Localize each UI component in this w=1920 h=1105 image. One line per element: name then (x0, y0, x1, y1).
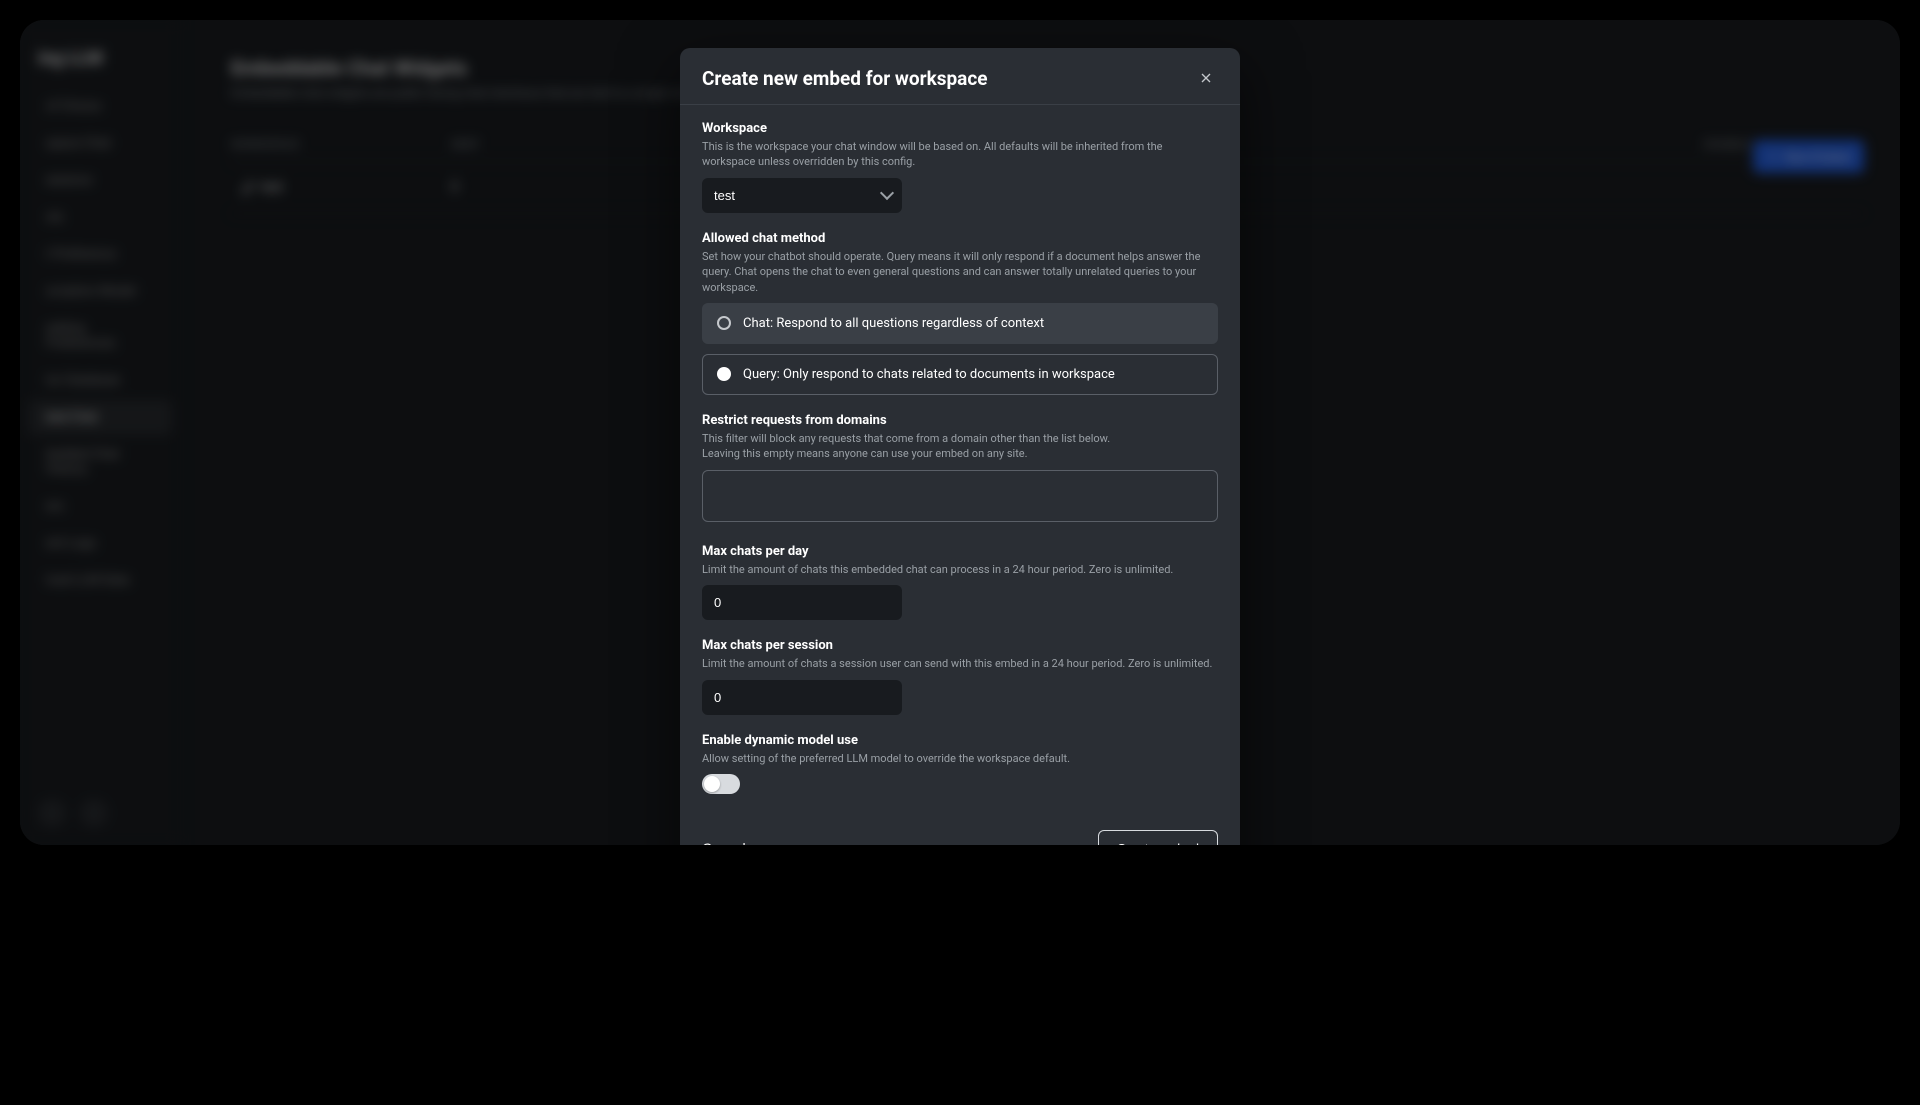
domains-input[interactable] (702, 470, 1218, 522)
max-day-input[interactable] (702, 585, 902, 620)
workspace-select[interactable]: test (702, 178, 902, 213)
create-embed-button[interactable]: Create embed (1098, 830, 1218, 845)
max-day-label: Max chats per day (702, 544, 1218, 559)
workspace-label: Workspace (702, 121, 1218, 136)
dynamic-model-desc: Allow setting of the preferred LLM model… (702, 751, 1218, 766)
dynamic-model-label: Enable dynamic model use (702, 733, 1218, 748)
radio-icon (717, 316, 731, 330)
cancel-button[interactable]: Cancel (702, 840, 746, 845)
dynamic-model-toggle[interactable] (702, 774, 740, 794)
chat-method-label: Allowed chat method (702, 231, 1218, 246)
radio-chat[interactable]: Chat: Respond to all questions regardles… (702, 303, 1218, 344)
radio-query[interactable]: Query: Only respond to chats related to … (702, 354, 1218, 395)
radio-icon (717, 367, 731, 381)
max-day-desc: Limit the amount of chats this embedded … (702, 562, 1218, 577)
radio-chat-label: Chat: Respond to all questions regardles… (743, 316, 1044, 331)
chat-method-group: Allowed chat method Set how your chatbot… (702, 231, 1218, 395)
workspace-desc: This is the workspace your chat window w… (702, 139, 1218, 170)
chat-method-desc: Set how your chatbot should operate. Que… (702, 249, 1218, 295)
max-session-input[interactable] (702, 680, 902, 715)
radio-query-label: Query: Only respond to chats related to … (743, 367, 1115, 382)
max-session-group: Max chats per session Limit the amount o… (702, 638, 1218, 714)
dynamic-model-group: Enable dynamic model use Allow setting o… (702, 733, 1218, 794)
max-day-group: Max chats per day Limit the amount of ch… (702, 544, 1218, 620)
domains-label: Restrict requests from domains (702, 413, 1218, 428)
max-session-label: Max chats per session (702, 638, 1218, 653)
max-session-desc: Limit the amount of chats a session user… (702, 656, 1218, 671)
modal-title: Create new embed for workspace (702, 67, 988, 90)
close-icon (1198, 70, 1214, 86)
create-embed-modal: Create new embed for workspace Workspace… (680, 48, 1240, 845)
workspace-group: Workspace This is the workspace your cha… (702, 121, 1218, 213)
close-button[interactable] (1194, 66, 1218, 90)
domains-desc: This filter will block any requests that… (702, 431, 1218, 462)
domains-group: Restrict requests from domains This filt… (702, 413, 1218, 526)
